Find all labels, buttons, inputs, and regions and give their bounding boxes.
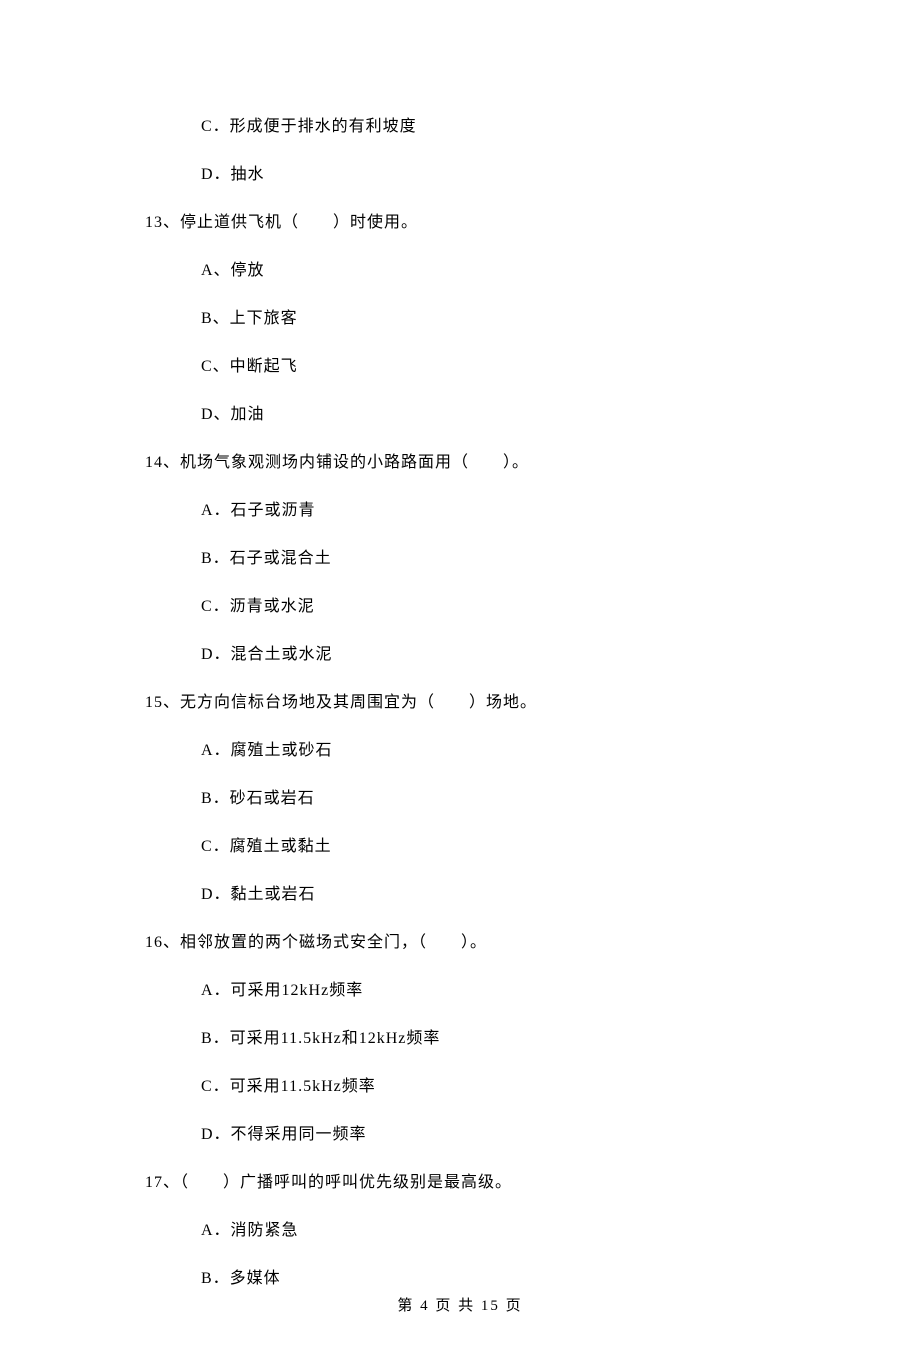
page-container: C．形成便于排水的有利坡度 D．抽水 13、停止道供飞机（ ）时使用。 A、停放… (0, 0, 920, 1345)
question-15-option-a: A．腐殖土或砂石 (145, 739, 775, 763)
question-16-option-d: D．不得采用同一频率 (145, 1123, 775, 1147)
question-13-option-d: D、加油 (145, 403, 775, 427)
question-15-option-c: C．腐殖土或黏土 (145, 835, 775, 859)
question-14-option-c: C．沥青或水泥 (145, 595, 775, 619)
question-13-option-a: A、停放 (145, 259, 775, 283)
question-16-option-a: A．可采用12kHz频率 (145, 979, 775, 1003)
question-15-option-d: D．黏土或岩石 (145, 883, 775, 907)
orphan-option-c: C．形成便于排水的有利坡度 (145, 115, 775, 139)
question-15-option-b: B．砂石或岩石 (145, 787, 775, 811)
question-16-option-b: B．可采用11.5kHz和12kHz频率 (145, 1027, 775, 1051)
question-14-option-d: D．混合土或水泥 (145, 643, 775, 667)
question-16-stem: 16、相邻放置的两个磁场式安全门，（ ）。 (145, 931, 775, 955)
question-14-option-b: B．石子或混合土 (145, 547, 775, 571)
question-14-stem: 14、机场气象观测场内铺设的小路路面用（ ）。 (145, 451, 775, 475)
question-15-stem: 15、无方向信标台场地及其周围宜为（ ）场地。 (145, 691, 775, 715)
question-13-option-c: C、中断起飞 (145, 355, 775, 379)
question-13-option-b: B、上下旅客 (145, 307, 775, 331)
question-17-option-b: B．多媒体 (145, 1267, 775, 1291)
question-16-option-c: C．可采用11.5kHz频率 (145, 1075, 775, 1099)
question-13-stem: 13、停止道供飞机（ ）时使用。 (145, 211, 775, 235)
question-14-option-a: A．石子或沥青 (145, 499, 775, 523)
question-17-option-a: A．消防紧急 (145, 1219, 775, 1243)
page-footer: 第 4 页 共 15 页 (0, 1295, 920, 1318)
question-17-stem: 17、（ ）广播呼叫的呼叫优先级别是最高级。 (145, 1171, 775, 1195)
orphan-option-d: D．抽水 (145, 163, 775, 187)
